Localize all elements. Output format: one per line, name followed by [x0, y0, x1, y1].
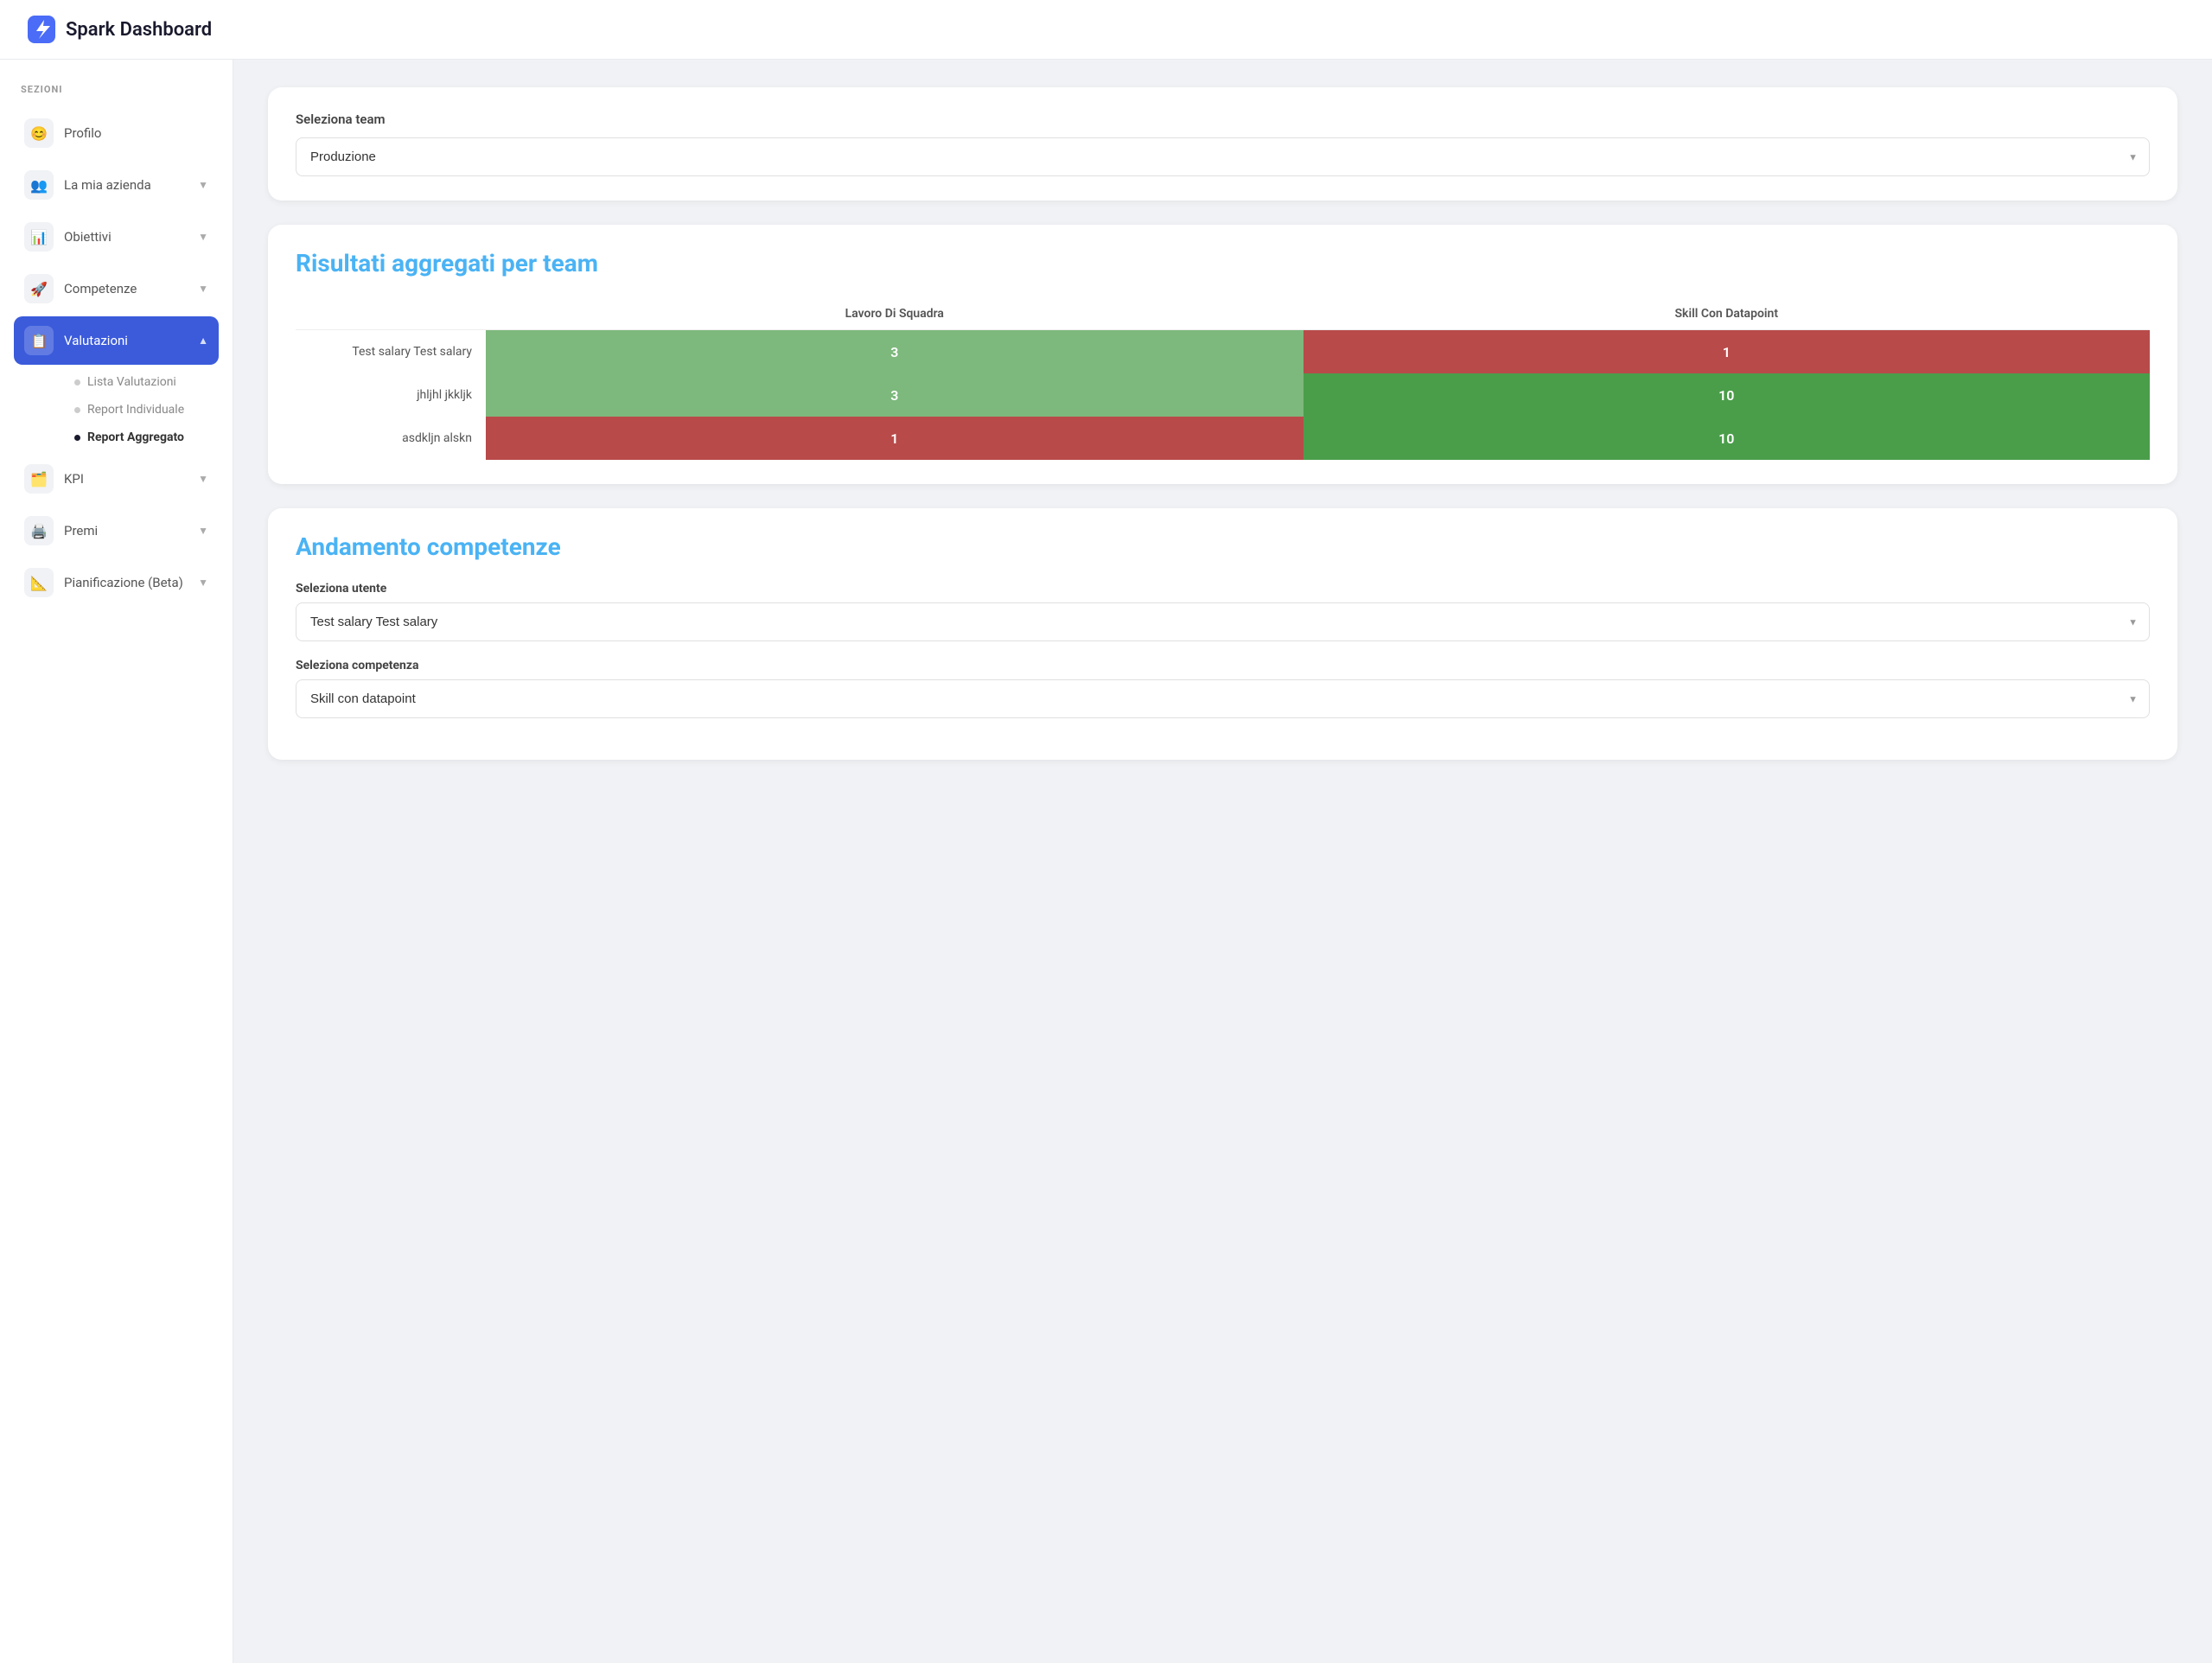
competenze-icon: 🚀 [24, 274, 54, 303]
logo-icon [28, 16, 55, 43]
header: Spark Dashboard [0, 0, 2212, 60]
table-cell-col2: 10 [1304, 417, 2150, 460]
sidebar-subitem-report-individuale[interactable]: Report Individuale [64, 396, 219, 424]
table-row: jhljhl jkkljk310 [296, 373, 2150, 417]
cell-value: 3 [486, 373, 1304, 417]
pianificazione-icon: 📐 [24, 568, 54, 597]
sidebar-item-competenze[interactable]: 🚀 Competenze ▼ [14, 264, 219, 313]
sidebar-item-obiettivi[interactable]: 📊 Obiettivi ▼ [14, 213, 219, 261]
azienda-icon: 👥 [24, 170, 54, 200]
risultati-title: Risultati aggregati per team [296, 249, 2150, 277]
sidebar-subitem-lista[interactable]: Lista Valutazioni [64, 368, 219, 396]
cell-value: 10 [1304, 373, 2150, 417]
sidebar-subitem-report-individuale-label: Report Individuale [87, 403, 184, 417]
sidebar-item-premi[interactable]: 🖨️ Premi ▼ [14, 507, 219, 555]
sidebar-item-azienda-label: La mia azienda [64, 177, 151, 193]
table-cell-name: jhljhl jkkljk [296, 373, 486, 417]
select-competenza-input[interactable]: Skill con datapoint [296, 679, 2150, 718]
select-competenza-label: Seleziona competenza [296, 659, 2150, 672]
select-utente-wrap: Test salary Test salary [296, 602, 2150, 641]
obiettivi-icon: 📊 [24, 222, 54, 252]
select-competenza-wrap: Skill con datapoint [296, 679, 2150, 718]
sidebar-item-obiettivi-label: Obiettivi [64, 229, 112, 245]
sidebar-item-profilo-label: Profilo [64, 125, 101, 141]
table-row: asdkljn alskn110 [296, 417, 2150, 460]
table-row: Test salary Test salary31 [296, 330, 2150, 374]
table-col-name [296, 298, 486, 330]
competenze-card: Andamento competenze Seleziona utente Te… [268, 508, 2177, 760]
app-title: Spark Dashboard [66, 19, 212, 41]
table-cell-col2: 10 [1304, 373, 2150, 417]
competenze-title: Andamento competenze [296, 532, 2150, 561]
kpi-icon: 🗂️ [24, 464, 54, 494]
select-competenza-group: Seleziona competenza Skill con datapoint [296, 659, 2150, 718]
table-cell-col2: 1 [1304, 330, 2150, 374]
sidebar-subitem-report-aggregato-label: Report Aggregato [87, 430, 184, 444]
cell-value: 3 [486, 330, 1304, 373]
table-cell-col1: 1 [486, 417, 1304, 460]
premi-icon: 🖨️ [24, 516, 54, 545]
sidebar-item-premi-label: Premi [64, 523, 98, 538]
dot-icon [74, 379, 80, 385]
chevron-down-icon: ▼ [198, 577, 208, 589]
sidebar-item-pianificazione-label: Pianificazione (Beta) [64, 575, 183, 590]
sidebar-subitem-lista-label: Lista Valutazioni [87, 375, 176, 389]
chevron-down-icon: ▼ [198, 179, 208, 191]
select-team-card: Seleziona team Produzione Sviluppo Marke… [268, 87, 2177, 201]
dot-icon [74, 407, 80, 413]
select-team-input[interactable]: Produzione Sviluppo Marketing [296, 137, 2150, 176]
sidebar-item-competenze-label: Competenze [64, 281, 137, 296]
risultati-card: Risultati aggregati per team Lavoro Di S… [268, 225, 2177, 484]
sidebar-item-azienda[interactable]: 👥 La mia azienda ▼ [14, 161, 219, 209]
sidebar-subitem-report-aggregato[interactable]: Report Aggregato [64, 424, 219, 451]
results-table: Lavoro Di Squadra Skill Con Datapoint Te… [296, 298, 2150, 460]
select-utente-label: Seleziona utente [296, 582, 2150, 596]
sidebar-section-label: SEZIONI [14, 84, 219, 95]
valutazioni-icon: 📋 [24, 326, 54, 355]
sidebar-item-valutazioni-label: Valutazioni [64, 333, 128, 348]
table-col1-header: Lavoro Di Squadra [486, 298, 1304, 330]
layout: SEZIONI 😊 Profilo 👥 La mia azienda ▼ 📊 O… [0, 60, 2212, 1663]
sidebar-item-kpi[interactable]: 🗂️ KPI ▼ [14, 455, 219, 503]
table-cell-name: asdkljn alskn [296, 417, 486, 460]
table-cell-name: Test salary Test salary [296, 330, 486, 374]
select-team-wrap: Produzione Sviluppo Marketing [296, 137, 2150, 176]
table-cell-col1: 3 [486, 330, 1304, 374]
profilo-icon: 😊 [24, 118, 54, 148]
table-cell-col1: 3 [486, 373, 1304, 417]
cell-value: 1 [1304, 330, 2150, 373]
sidebar-item-pianificazione[interactable]: 📐 Pianificazione (Beta) ▼ [14, 558, 219, 607]
sidebar-item-kpi-label: KPI [64, 471, 84, 487]
sidebar-item-profilo[interactable]: 😊 Profilo [14, 109, 219, 157]
cell-value: 1 [486, 417, 1304, 460]
select-utente-group: Seleziona utente Test salary Test salary [296, 582, 2150, 641]
sidebar-item-valutazioni[interactable]: 📋 Valutazioni ▲ [14, 316, 219, 365]
table-col2-header: Skill Con Datapoint [1304, 298, 2150, 330]
chevron-down-icon: ▼ [198, 283, 208, 295]
select-team-label: Seleziona team [296, 112, 2150, 127]
chevron-down-icon: ▼ [198, 473, 208, 485]
chevron-up-icon: ▲ [198, 335, 208, 347]
select-utente-input[interactable]: Test salary Test salary [296, 602, 2150, 641]
chevron-down-icon: ▼ [198, 525, 208, 537]
cell-value: 10 [1304, 417, 2150, 460]
chevron-down-icon: ▼ [198, 231, 208, 243]
main-content: Seleziona team Produzione Sviluppo Marke… [233, 60, 2212, 1663]
sidebar: SEZIONI 😊 Profilo 👥 La mia azienda ▼ 📊 O… [0, 60, 233, 1663]
valutazioni-subitems: Lista Valutazioni Report Individuale Rep… [14, 368, 219, 451]
dot-active-icon [74, 435, 80, 441]
